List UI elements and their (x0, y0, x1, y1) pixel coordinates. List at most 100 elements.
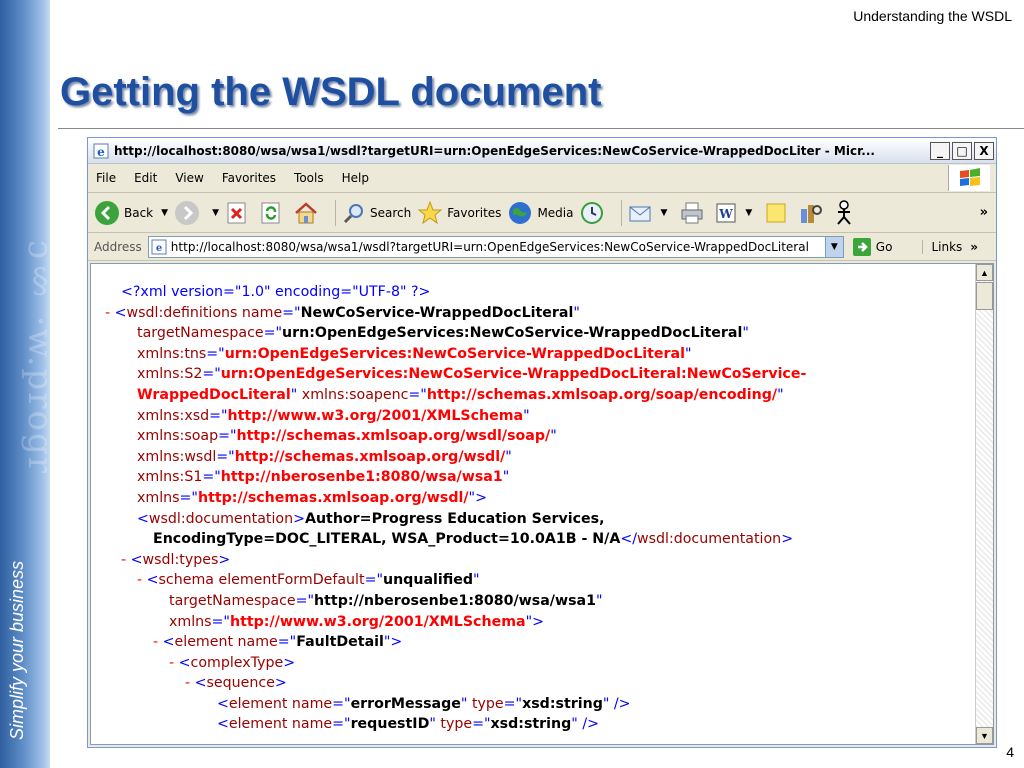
collapse-toggle[interactable]: - (105, 305, 115, 321)
close-button[interactable]: X (974, 141, 994, 160)
menu-view[interactable]: View (175, 171, 203, 185)
xml-line: <element name="requestID" type="xsd:stri… (217, 716, 599, 733)
refresh-button[interactable] (259, 201, 287, 225)
xml-line: xmlns:soap="http://schemas.xmlsoap.org/w… (137, 428, 557, 445)
menu-favorites[interactable]: Favorites (222, 171, 276, 185)
collapse-toggle[interactable]: - (185, 675, 195, 691)
xml-line: xmlns:tns="urn:OpenEdgeServices:NewCoSer… (137, 345, 692, 362)
slide-title: Getting the WSDL document (60, 70, 602, 114)
scroll-up-button[interactable]: ▲ (976, 264, 993, 281)
xml-line: xmlns:S1="http://nberosenbe1:8080/wsa/ws… (137, 469, 510, 486)
page-number: 4 (1006, 744, 1014, 760)
address-input[interactable]: e http://localhost:8080/wsa/wsa1/wsdl?ta… (147, 235, 844, 258)
xml-line: WrappedDocLiteral" xmlns:soapenc="http:/… (137, 386, 784, 403)
toolbar-more-button[interactable]: » (980, 205, 988, 220)
search-button[interactable]: Search (342, 201, 411, 225)
favorites-button[interactable]: Favorites (417, 200, 501, 226)
stop-button[interactable] (225, 201, 253, 225)
svg-text:e: e (156, 243, 162, 254)
collapse-toggle[interactable]: - (137, 572, 147, 588)
edit-word-button[interactable]: W ▼ (715, 202, 758, 224)
xml-line: - <element name="FaultDetail"> (153, 634, 403, 651)
xml-line: targetNamespace="urn:OpenEdgeServices:Ne… (137, 325, 749, 342)
home-icon (295, 201, 317, 223)
xml-line: xmlns:wsdl="http://schemas.xmlsoap.org/w… (137, 448, 512, 465)
discuss-button[interactable] (764, 201, 792, 225)
collapse-toggle[interactable]: - (169, 655, 179, 671)
xml-line: xmlns:S2="urn:OpenEdgeServices:NewCoServ… (137, 366, 807, 383)
address-label: Address (94, 239, 142, 254)
svg-text:e: e (97, 145, 105, 159)
left-decorative-band: ɔ§ ·w.progr Simplify your business (0, 0, 50, 768)
collapse-toggle[interactable]: - (153, 634, 163, 650)
xml-line: EncodingType=DOC_LITERAL, WSA_Product=10… (153, 531, 794, 548)
background-watermark: ɔ§ ·w.progr (20, 240, 50, 476)
menu-help[interactable]: Help (342, 171, 369, 185)
scroll-down-button[interactable]: ▼ (976, 727, 993, 744)
xml-document: <?xml version="1.0" encoding="UTF-8" ?> … (105, 282, 965, 735)
history-button[interactable] (579, 200, 609, 226)
back-dropdown-icon[interactable]: ▼ (161, 208, 168, 218)
toolbar-separator (334, 199, 336, 226)
minimize-button[interactable]: _ (930, 141, 950, 160)
search-icon (343, 203, 363, 223)
go-button[interactable]: Go (852, 237, 892, 257)
refresh-icon (261, 202, 280, 223)
collapse-toggle[interactable]: - (121, 552, 131, 568)
printer-icon (681, 202, 703, 223)
slide-slogan: Simplify your business (7, 560, 27, 740)
links-button[interactable]: Links (922, 239, 962, 254)
maximize-button[interactable]: □ (952, 141, 972, 160)
back-button[interactable]: Back (94, 200, 153, 226)
media-globe-icon (509, 201, 532, 224)
address-dropdown-icon[interactable]: ▼ (824, 236, 843, 257)
xml-line: - <wsdl:definitions name="NewCoService-W… (105, 304, 580, 321)
window-titlebar[interactable]: e http://localhost:8080/wsa/wsa1/wsdl?ta… (88, 138, 996, 164)
ie-page-icon: e (93, 143, 109, 159)
forward-dropdown-icon[interactable]: ▼ (212, 208, 219, 218)
mail-button[interactable]: ▼ (628, 202, 673, 224)
media-button[interactable]: Media (507, 200, 573, 226)
svg-text:W: W (719, 207, 734, 221)
research-button[interactable] (798, 201, 826, 225)
scroll-thumb[interactable] (976, 282, 993, 310)
document-viewport[interactable]: <?xml version="1.0" encoding="UTF-8" ?> … (90, 263, 994, 745)
menu-tools[interactable]: Tools (294, 171, 324, 185)
xml-line: xmlns="http://schemas.xmlsoap.org/wsdl/"… (137, 489, 487, 506)
xml-line: - <wsdl:types> (121, 551, 231, 568)
home-button[interactable] (293, 201, 323, 225)
back-arrow-icon (95, 200, 119, 225)
forward-button[interactable] (174, 200, 204, 226)
menu-bar: File Edit View Favorites Tools Help (88, 164, 996, 193)
address-bar: Address e http://localhost:8080/wsa/wsa1… (88, 233, 996, 261)
standard-toolbar: Back ▼ ▼ Search Favorites Media ▼ W ▼ » (88, 193, 996, 233)
browser-window: e http://localhost:8080/wsa/wsa1/wsdl?ta… (87, 137, 997, 748)
note-icon (766, 203, 786, 222)
menu-file[interactable]: File (96, 171, 116, 185)
forward-arrow-icon (175, 200, 200, 225)
xml-line: <?xml version="1.0" encoding="UTF-8" ?> (121, 284, 431, 300)
xml-line: - <complexType> (169, 654, 296, 671)
history-icon (581, 201, 604, 224)
xml-line: xmlns="http://www.w3.org/2001/XMLSchema"… (169, 613, 544, 630)
research-icon (801, 204, 823, 223)
stop-icon (227, 202, 246, 223)
toolbar-separator (621, 199, 623, 226)
windows-logo-icon (948, 165, 990, 191)
mail-icon (629, 206, 651, 221)
word-icon: W (716, 203, 736, 222)
xml-line: - <sequence> (185, 675, 287, 692)
xml-line: - <schema elementFormDefault="unqualifie… (137, 572, 480, 589)
go-arrow-icon (852, 237, 871, 256)
links-more-button[interactable]: » (970, 240, 978, 254)
menu-edit[interactable]: Edit (134, 171, 157, 185)
window-title: http://localhost:8080/wsa/wsa1/wsdl?targ… (114, 143, 875, 158)
vertical-scrollbar[interactable]: ▲ ▼ (975, 264, 993, 744)
address-url: http://localhost:8080/wsa/wsa1/wsdl?targ… (170, 239, 809, 254)
print-button[interactable] (679, 201, 709, 225)
slide-header-text: Understanding the WSDL (853, 8, 1012, 24)
xml-line: <wsdl:documentation>Author=Progress Educ… (137, 510, 605, 527)
messenger-button[interactable] (832, 199, 860, 226)
star-icon (417, 200, 443, 224)
xml-line: xmlns:xsd="http://www.w3.org/2001/XMLSch… (137, 407, 530, 424)
